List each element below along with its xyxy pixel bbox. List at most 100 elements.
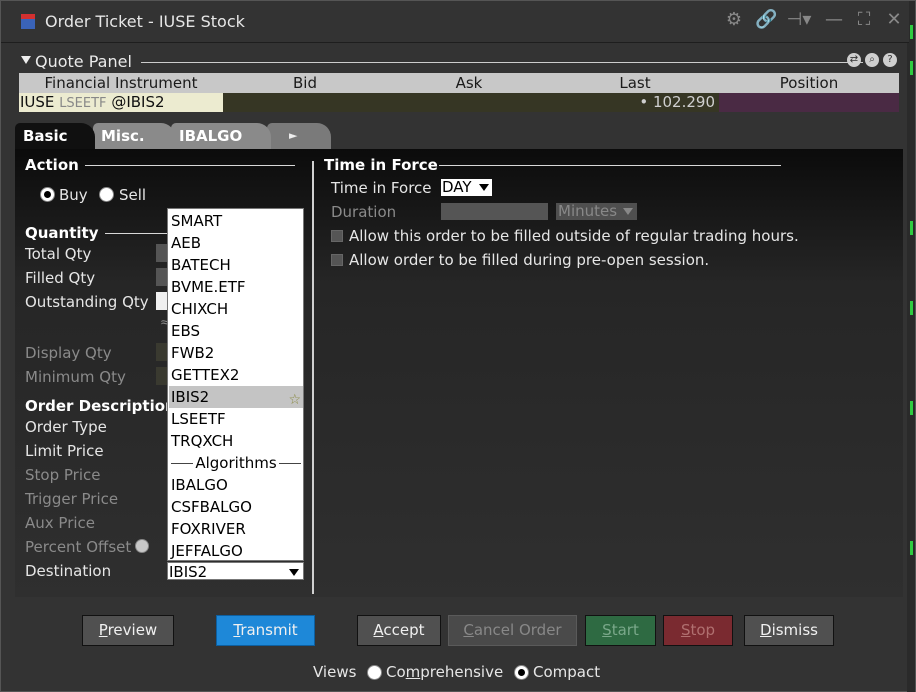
destination-value: IBIS2 — [169, 563, 208, 581]
dest-option-ibalgo[interactable]: IBALGO — [169, 474, 303, 496]
dest-option-smart[interactable]: SMART — [169, 210, 303, 232]
arrow-right-icon: ► — [289, 129, 298, 142]
accept-button[interactable]: Accept — [357, 615, 441, 646]
dest-option-batech[interactable]: BATECH — [169, 254, 303, 276]
views-label: Views — [313, 663, 357, 681]
help-icon[interactable]: ? — [883, 53, 897, 67]
total-qty-label: Total Qty — [25, 245, 92, 263]
window-title: Order Ticket - IUSE Stock — [45, 12, 245, 31]
preview-button[interactable]: Preview — [82, 615, 174, 646]
sell-label[interactable]: Sell — [119, 186, 146, 204]
display-qty-label: Display Qty — [25, 344, 112, 362]
outside-rth-checkbox[interactable] — [331, 230, 343, 242]
tif-value: DAY — [442, 178, 472, 196]
trigger-price-label: Trigger Price — [25, 490, 119, 508]
order-description-heading: Order Description — [25, 397, 176, 415]
dest-option-jeffalgo[interactable]: JEFFALGO — [169, 540, 303, 562]
quote-table-header: Financial Instrument Bid Ask Last Positi… — [19, 73, 899, 93]
buy-radio[interactable] — [40, 187, 55, 202]
background-window-strip — [907, 1, 915, 692]
quote-panel-title: Quote Panel — [35, 52, 132, 71]
duration-unit-value: Minutes — [558, 202, 618, 220]
tab-bar: ► IBALGO Misc. Basic — [15, 123, 903, 149]
stop-button[interactable]: Stop — [663, 615, 733, 646]
duration-label: Duration — [331, 203, 397, 221]
tab-basic[interactable]: Basic — [15, 123, 95, 149]
percent-offset-label: Percent Offset — [25, 538, 132, 556]
pre-open-checkbox[interactable] — [331, 254, 343, 266]
compact-label[interactable]: Compact — [533, 663, 600, 681]
minimum-qty-label: Minimum Qty — [25, 368, 126, 386]
dest-option-aeb[interactable]: AEB — [169, 232, 303, 254]
dest-option-trqxch[interactable]: TRQXCH — [169, 430, 303, 452]
dest-option-ebs[interactable]: EBS — [169, 320, 303, 342]
column-divider — [312, 161, 314, 594]
dest-option-bvme-etf[interactable]: BVME.ETF — [169, 276, 303, 298]
minimize-icon[interactable]: — — [825, 11, 843, 29]
duration-input[interactable] — [441, 203, 548, 220]
link-icon[interactable]: 🔗 — [755, 11, 777, 29]
dest-option-chixch[interactable]: CHIXCH — [169, 298, 303, 320]
maximize-icon[interactable]: ⛶ — [855, 11, 873, 29]
close-icon[interactable]: ✕ — [885, 11, 903, 29]
filled-qty-label: Filled Qty — [25, 269, 96, 287]
col-last: Last — [619, 74, 651, 92]
destination-dropdown-list[interactable]: SMART AEB BATECH BVME.ETF CHIXCH EBS FWB… — [167, 208, 304, 561]
instrument-cell[interactable]: IUSE LSEETF @IBIS2 — [19, 93, 223, 112]
cancel-order-button[interactable]: Cancel Order — [448, 615, 577, 646]
outstanding-qty-label: Outstanding Qty — [25, 293, 149, 311]
dismiss-button[interactable]: Dismiss — [744, 615, 834, 646]
comprehensive-label[interactable]: Comprehensive — [386, 663, 503, 681]
col-position: Position — [779, 74, 839, 92]
chevron-down-icon — [289, 569, 299, 576]
col-ask: Ask — [455, 74, 483, 92]
pre-open-label[interactable]: Allow order to be filled during pre-open… — [349, 251, 709, 269]
limit-price-label: Limit Price — [25, 442, 104, 460]
stop-price-label: Stop Price — [25, 466, 101, 484]
compact-radio[interactable] — [514, 665, 529, 680]
algorithms-group-label: Algorithms — [169, 452, 303, 474]
col-instrument: Financial Instrument — [44, 74, 198, 92]
dest-option-csfbalgo[interactable]: CSFBALGO — [169, 496, 303, 518]
pin-icon[interactable]: ⊣▾ — [785, 11, 813, 29]
swap-icon[interactable]: ⇄ — [847, 53, 861, 67]
dest-option-gettex2[interactable]: GETTEX2 — [169, 364, 303, 386]
gear-icon[interactable]: ⚙ — [725, 11, 743, 29]
title-bar[interactable]: Order Ticket - IUSE Stock ⚙ 🔗 ⊣▾ — ⛶ ✕ — [1, 1, 909, 43]
comprehensive-radio[interactable] — [367, 665, 382, 680]
col-bid: Bid — [293, 74, 317, 92]
dest-option-fwb2[interactable]: FWB2 — [169, 342, 303, 364]
order-type-label: Order Type — [25, 418, 107, 436]
destination-label: Destination — [25, 562, 112, 580]
action-heading: Action — [25, 156, 79, 174]
position-cell — [719, 93, 899, 112]
route: @IBIS2 — [111, 93, 165, 111]
dest-option-foxriver[interactable]: FOXRIVER — [169, 518, 303, 540]
symbol: IUSE — [20, 93, 55, 111]
destination-select[interactable]: IBIS2 — [167, 562, 304, 581]
app-icon — [21, 14, 35, 29]
last-price-cell: • 102.290 — [223, 93, 719, 112]
tif-label: Time in Force — [331, 179, 432, 197]
dest-option-lseetf[interactable]: LSEETF — [169, 408, 303, 430]
aux-price-label: Aux Price — [25, 514, 96, 532]
percent-offset-toggle[interactable] — [135, 539, 149, 553]
dest-option-ibis2-label: IBIS2 — [171, 388, 210, 406]
start-button[interactable]: Start — [585, 615, 656, 646]
chevron-down-icon — [479, 184, 489, 191]
transmit-button[interactable]: Transmit — [216, 615, 315, 646]
dest-option-ibis2[interactable]: IBIS2 ☆ — [169, 386, 303, 408]
quote-panel-header: Quote Panel ⇄ ⌕ ? — [19, 52, 899, 71]
buy-label[interactable]: Buy — [59, 186, 88, 204]
tab-more[interactable]: ► — [267, 123, 331, 149]
outside-rth-label[interactable]: Allow this order to be filled outside of… — [349, 227, 799, 245]
search-icon[interactable]: ⌕ — [865, 53, 879, 67]
sell-radio[interactable] — [99, 187, 114, 202]
quote-table-row[interactable]: IUSE LSEETF @IBIS2 • 102.290 — [19, 93, 899, 112]
tif-select[interactable]: DAY — [441, 179, 492, 196]
tab-misc[interactable]: Misc. — [93, 123, 175, 149]
duration-unit-select[interactable]: Minutes — [556, 203, 637, 220]
collapse-triangle-icon[interactable] — [21, 56, 31, 64]
order-ticket-window: Order Ticket - IUSE Stock ⚙ 🔗 ⊣▾ — ⛶ ✕ Q… — [0, 0, 916, 692]
tab-ibalgo[interactable]: IBALGO — [171, 123, 271, 149]
